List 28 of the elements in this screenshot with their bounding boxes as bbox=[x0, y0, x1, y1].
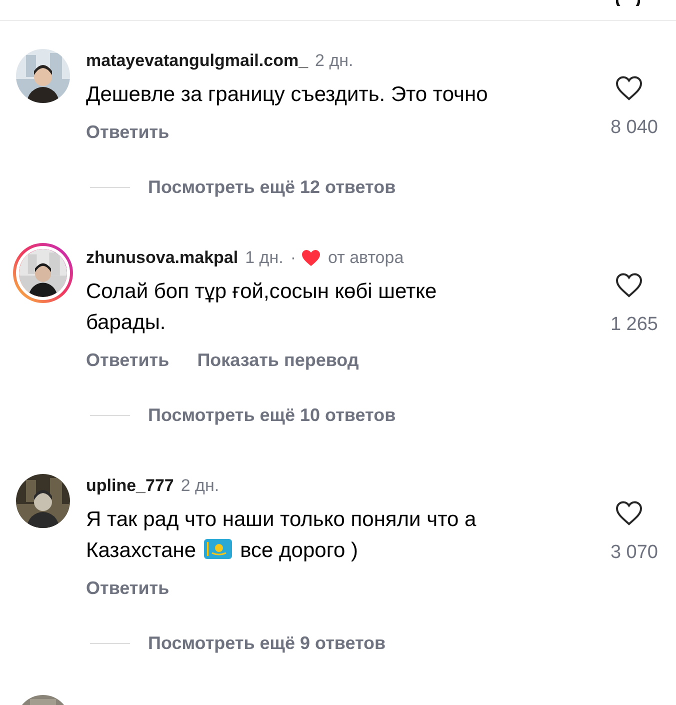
username[interactable]: zhunusova.makpal bbox=[86, 248, 238, 268]
username[interactable]: matayevatangulgmail.com_ bbox=[86, 51, 308, 71]
author-label: от автора bbox=[328, 248, 404, 268]
comment-text: Дешевле за границу съездить. Это точно bbox=[86, 83, 488, 106]
view-replies-link[interactable]: Посмотреть ещё 10 ответов bbox=[148, 405, 396, 426]
view-replies-link[interactable]: Посмотреть ещё 9 ответов bbox=[148, 633, 386, 654]
action-link[interactable]: Ответить bbox=[86, 350, 170, 371]
comment-text: Солай боп тұр ғой,сосын көбі шетке барады. bbox=[86, 280, 437, 334]
comment-text: Казахстане bbox=[86, 538, 196, 564]
comment-time: 1 дн. bbox=[245, 248, 284, 268]
action-link[interactable]: Показать перевод bbox=[197, 350, 359, 371]
comment-time: 2 дн. bbox=[315, 51, 354, 71]
partial-icon bbox=[616, 0, 640, 6]
action-link[interactable]: Ответить bbox=[86, 122, 170, 143]
like-count: 8 040 bbox=[610, 117, 658, 139]
like-count: 1 265 bbox=[610, 314, 658, 336]
flag-icon bbox=[204, 539, 232, 559]
like-icon[interactable] bbox=[615, 500, 643, 526]
like-icon[interactable] bbox=[615, 272, 643, 298]
action-link[interactable]: Ответить bbox=[86, 578, 170, 599]
like-count: 3 070 bbox=[610, 542, 658, 564]
like-icon[interactable] bbox=[615, 75, 643, 101]
comment-text: все дорого ) bbox=[240, 538, 358, 564]
username[interactable]: upline_777 bbox=[86, 476, 174, 496]
comment-time: 2 дн. bbox=[180, 476, 220, 496]
separator-dot: · bbox=[290, 248, 296, 268]
comment-text: Я так рад что наши только поняли что а bbox=[86, 507, 476, 533]
view-replies-link[interactable]: Посмотреть ещё 12 ответов bbox=[148, 177, 396, 198]
